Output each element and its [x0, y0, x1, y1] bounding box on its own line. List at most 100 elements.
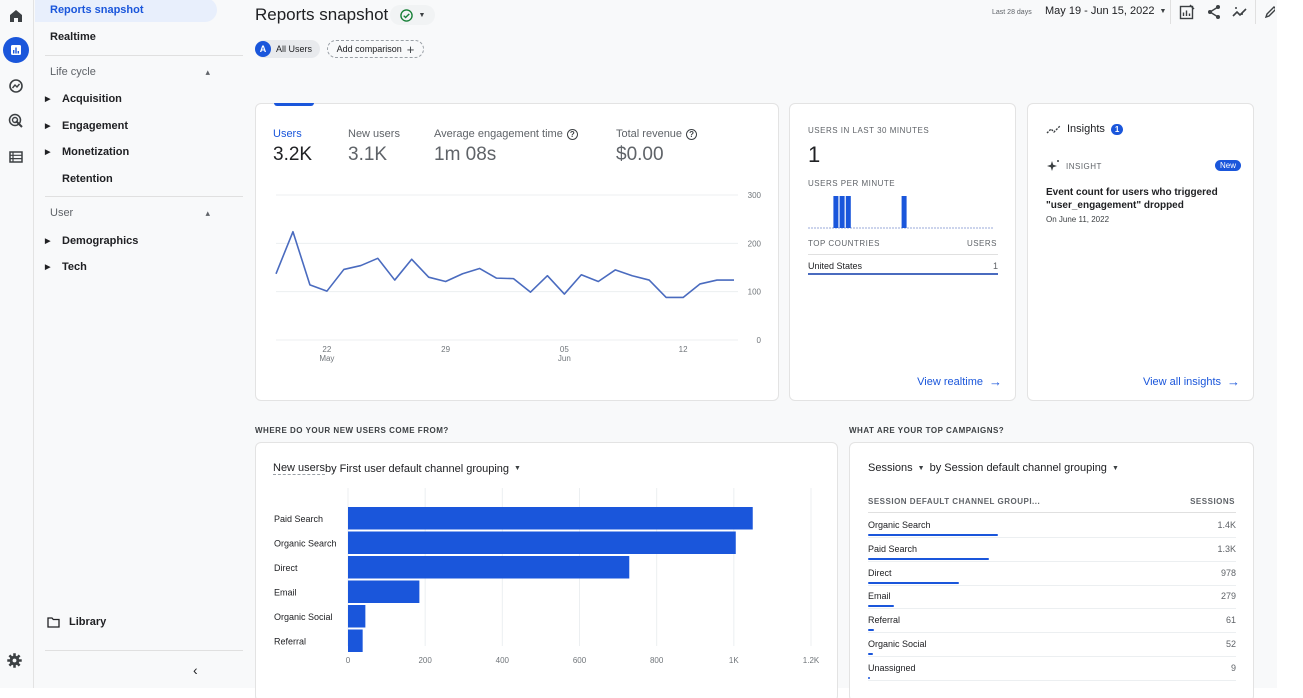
- customize-report-icon[interactable]: [1179, 4, 1195, 20]
- table-row[interactable]: Direct 978: [868, 562, 1236, 586]
- table-row[interactable]: Unassigned 9: [868, 657, 1236, 681]
- new-users-dimension-selector[interactable]: New users by First user default channel …: [273, 462, 521, 475]
- metric-value: 3.1K: [348, 144, 388, 165]
- row-bar: [868, 534, 998, 536]
- metric-tab-users[interactable]: Users 3.2K: [273, 128, 312, 166]
- report-status-button[interactable]: ▼: [390, 5, 435, 25]
- list-icon[interactable]: [3, 144, 29, 170]
- dropdown-arrow-icon[interactable]: ▼: [918, 465, 925, 472]
- nav-label: Acquisition: [62, 93, 122, 105]
- row-label[interactable]: Unassigned: [868, 663, 916, 673]
- collapse-nav-button[interactable]: ‹: [193, 662, 198, 678]
- insight-text[interactable]: Event count for users who triggered "use…: [1046, 186, 1236, 212]
- row-label[interactable]: Organic Search: [868, 520, 931, 530]
- nav-item-retention[interactable]: Retention: [35, 167, 113, 191]
- insights-header: Insights 1: [1046, 123, 1124, 135]
- table-row[interactable]: Email 279: [868, 585, 1236, 610]
- header-divider: [1170, 0, 1171, 24]
- nav-item-engagement[interactable]: ▶ Engagement: [35, 114, 128, 138]
- date-range-picker[interactable]: May 19 - Jun 15, 2022 ▼: [1045, 5, 1166, 17]
- comparison-chip-all-users[interactable]: A All Users: [255, 40, 320, 58]
- dropdown-arrow-icon[interactable]: ▼: [1112, 465, 1119, 472]
- row-label[interactable]: Paid Search: [868, 544, 917, 554]
- nav-item-tech[interactable]: ▶ Tech: [35, 255, 87, 279]
- bar-chart-icon[interactable]: [3, 37, 29, 63]
- dimension-label: by First user default channel grouping: [324, 462, 510, 475]
- row-value: 1.3K: [1217, 543, 1236, 554]
- metric-label: Total revenue: [616, 128, 683, 140]
- nav-label: Retention: [62, 173, 113, 185]
- dimension-selector[interactable]: by Session default channel grouping: [930, 462, 1107, 474]
- share-icon[interactable]: [1206, 4, 1222, 20]
- view-realtime-link[interactable]: View realtime →: [917, 374, 1002, 389]
- table-col-channel[interactable]: SESSION DEFAULT CHANNEL GROUPI...: [868, 497, 1040, 506]
- table-col-sessions[interactable]: SESSIONS: [1190, 497, 1235, 506]
- category-label: Direct: [274, 563, 298, 573]
- view-all-insights-link[interactable]: View all insights →: [1143, 374, 1240, 389]
- realtime-card: USERS IN LAST 30 MINUTES 1 USERS PER MIN…: [789, 103, 1016, 401]
- add-comparison-button[interactable]: Add comparison +: [327, 40, 424, 58]
- x-tick-sublabel: May: [319, 354, 334, 363]
- minute-bar: [901, 196, 907, 228]
- per-minute-title: USERS PER MINUTE: [808, 179, 896, 188]
- x-tick-label: 1.2K: [803, 656, 820, 665]
- nav-item-acquisition[interactable]: ▶ Acquisition: [35, 87, 122, 111]
- table-header-divider: [868, 512, 1236, 513]
- table-row[interactable]: Organic Search 1.4K: [868, 514, 1236, 538]
- nav-reports-snapshot[interactable]: Reports snapshot: [35, 0, 217, 22]
- metric-selector[interactable]: Sessions: [868, 462, 913, 474]
- home-icon[interactable]: [3, 3, 29, 29]
- metric-tab-avg-engagement[interactable]: Average engagement time? 1m 08s: [434, 128, 578, 166]
- nav-item-monetization[interactable]: ▶ Monetization: [35, 140, 129, 164]
- x-tick-label: 0: [346, 656, 351, 665]
- row-value: 61: [1225, 615, 1236, 626]
- table-row[interactable]: Organic Social 52: [868, 633, 1236, 657]
- country-users: 1: [992, 261, 998, 271]
- category-label: Paid Search: [274, 514, 323, 524]
- insights-title: Insights: [1067, 123, 1105, 135]
- row-label[interactable]: Direct: [868, 568, 892, 578]
- row-label[interactable]: Referral: [868, 615, 900, 625]
- row-label[interactable]: Organic Social: [868, 639, 927, 649]
- metric-tab-total-revenue[interactable]: Total revenue? $0.00: [616, 128, 698, 166]
- row-value: 9: [1230, 662, 1236, 673]
- x-tick-label: 600: [573, 656, 587, 665]
- check-circle-icon: [399, 8, 413, 22]
- icon-rail: [0, 0, 34, 688]
- table-row[interactable]: Referral 61: [868, 609, 1236, 634]
- country-row[interactable]: United States 1: [808, 255, 998, 275]
- y-tick-label: 300: [748, 191, 762, 200]
- metric-selector[interactable]: New users: [273, 462, 325, 475]
- page-title: Reports snapshot: [255, 5, 389, 24]
- row-value: 978: [1220, 567, 1236, 578]
- nav-library[interactable]: Library: [47, 616, 106, 628]
- explore-icon[interactable]: [3, 73, 29, 99]
- insight-date: On June 11, 2022: [1046, 215, 1110, 224]
- nav-realtime[interactable]: Realtime: [35, 25, 96, 49]
- category-label: Email: [274, 587, 297, 597]
- table-row[interactable]: Paid Search 1.3K: [868, 538, 1236, 562]
- nav-item-demographics[interactable]: ▶ Demographics: [35, 229, 138, 253]
- link-label: View realtime: [917, 375, 983, 388]
- caret-right-icon: ▶: [45, 149, 51, 156]
- nav-label: Demographics: [62, 235, 139, 247]
- reports-nav: Reports snapshot Realtime Life cycle ▴ ▶…: [35, 0, 243, 688]
- country-name: United States: [808, 261, 863, 271]
- help-icon[interactable]: ?: [566, 128, 578, 140]
- minute-bar: [833, 196, 839, 228]
- date-range-value: May 19 - Jun 15, 2022: [1045, 5, 1155, 17]
- nav-section-lifecycle[interactable]: Life cycle ▴: [50, 62, 210, 82]
- edit-icon[interactable]: [1263, 4, 1275, 20]
- campaigns-card: Sessions ▼ by Session default channel gr…: [849, 442, 1254, 698]
- active-tab-indicator: [274, 103, 314, 106]
- help-icon[interactable]: ?: [686, 128, 698, 140]
- metric-tab-new-users[interactable]: New users 3.1K: [348, 128, 400, 166]
- gear-icon[interactable]: [6, 652, 23, 674]
- nav-label: Tech: [62, 261, 87, 273]
- target-icon[interactable]: [3, 108, 29, 134]
- nav-section-user[interactable]: User ▴: [50, 203, 210, 223]
- campaigns-section-heading: WHAT ARE YOUR TOP CAMPAIGNS?: [849, 426, 1005, 435]
- insights-icon[interactable]: [1232, 4, 1248, 20]
- row-label[interactable]: Email: [868, 591, 891, 601]
- metric-label: New users: [348, 128, 400, 140]
